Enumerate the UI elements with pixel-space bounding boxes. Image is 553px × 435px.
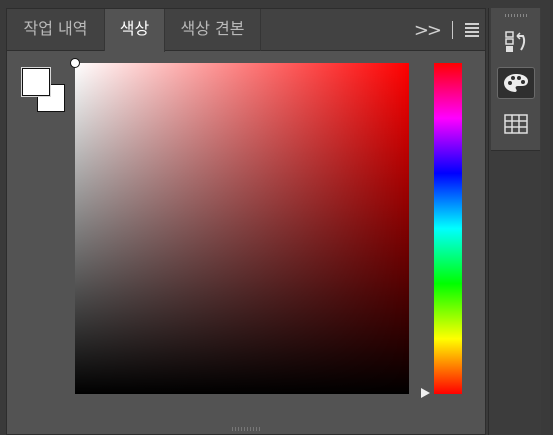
tab-color[interactable]: 색상 <box>105 9 165 52</box>
color-palette-icon <box>504 74 528 92</box>
overflow-chevron-icon[interactable]: >> <box>414 20 442 41</box>
hue-spectrum-bar[interactable] <box>434 63 462 394</box>
hue-slider-handle[interactable] <box>421 388 430 398</box>
foreground-color-swatch[interactable] <box>22 68 50 96</box>
panel-resize-grip[interactable] <box>232 427 262 431</box>
saturation-brightness-field[interactable] <box>70 58 409 394</box>
collapsed-panel-dock <box>488 8 541 435</box>
tab-bar-actions: >> <box>414 9 479 51</box>
swatches-panel-button[interactable] <box>497 108 535 140</box>
color-picker-cursor[interactable] <box>70 58 80 68</box>
dock-group <box>491 8 540 151</box>
color-panel: 작업 내역 색상 색상 견본 >> <box>6 8 486 435</box>
dock-grip[interactable] <box>505 14 527 17</box>
divider <box>452 21 453 39</box>
history-icon <box>505 31 526 52</box>
color-panel-button[interactable] <box>497 67 535 99</box>
tab-swatches[interactable]: 색상 견본 <box>165 9 261 51</box>
panel-tab-bar: 작업 내역 색상 색상 견본 >> <box>7 9 485 52</box>
swatches-grid-icon <box>504 114 528 134</box>
tab-history[interactable]: 작업 내역 <box>7 9 105 51</box>
history-panel-button[interactable] <box>497 26 535 58</box>
panel-menu-icon[interactable] <box>465 23 479 37</box>
